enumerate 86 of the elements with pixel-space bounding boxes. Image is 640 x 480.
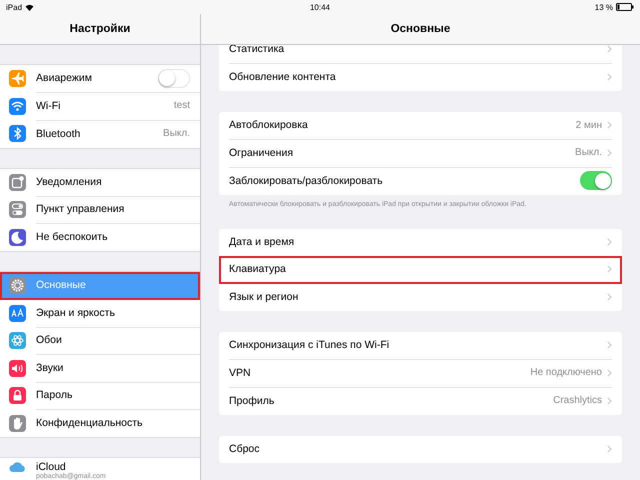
- cloud-icon: [9, 461, 26, 473]
- sidebar-item[interactable]: Конфиденциальность: [0, 410, 200, 437]
- sidebar-item-label: Авиарежим: [36, 72, 93, 84]
- settings-row[interactable]: VPN Не подключено: [219, 360, 622, 387]
- row-label: Профиль: [229, 394, 276, 407]
- chevron-icon: [607, 148, 612, 157]
- settings-app-icon: [9, 360, 26, 377]
- chevron-icon: [607, 368, 612, 377]
- chevron-icon: [607, 396, 612, 405]
- toggle-switch[interactable]: [580, 171, 612, 190]
- sidebar-item-label: Bluetooth: [36, 128, 82, 140]
- row-label: Язык и регион: [229, 291, 300, 304]
- setting-value: Выкл.: [163, 128, 190, 140]
- sidebar-item-label: Уведомления: [36, 176, 103, 188]
- settings-app-icon: [9, 125, 26, 142]
- sidebar-item-label: Основные: [36, 279, 87, 292]
- sidebar-item[interactable]: Звуки: [0, 354, 200, 382]
- account-name: iCloud: [36, 461, 66, 473]
- settings-app-icon: [9, 98, 26, 115]
- settings-row[interactable]: Язык и регион: [219, 284, 622, 311]
- settings-app-icon: [9, 277, 26, 294]
- row-label: Ограничения: [229, 146, 294, 159]
- setting-value: Выкл.: [575, 147, 602, 158]
- settings-row[interactable]: Статистика: [219, 45, 622, 64]
- setting-value: test: [174, 100, 190, 112]
- page-title: Основные: [390, 23, 450, 35]
- sidebar-item-label: Пункт управления: [36, 203, 126, 216]
- sidebar-item[interactable]: Wi-Fi test: [0, 92, 200, 120]
- settings-app-icon: [9, 228, 26, 246]
- battery-icon: [616, 3, 634, 11]
- settings-row[interactable]: Сброс: [219, 436, 622, 463]
- clock: 10:44: [310, 2, 330, 12]
- row-label: Заблокировать/разблокировать: [229, 174, 384, 187]
- sidebar-item[interactable]: Экран и яркость: [0, 300, 200, 327]
- settings-row[interactable]: Обновление контента: [219, 64, 622, 91]
- settings-app-icon: [9, 332, 26, 350]
- sidebar-item[interactable]: Уведомления: [0, 168, 200, 196]
- settings-row[interactable]: Синхронизация с iTunes по Wi-Fi: [219, 332, 622, 360]
- row-label: Дата и время: [229, 236, 296, 248]
- chevron-icon: [607, 265, 612, 274]
- settings-row[interactable]: Автоблокировка 2 мин: [219, 112, 622, 140]
- settings-row[interactable]: Профиль Crashlytics: [219, 387, 622, 414]
- settings-app-icon: [9, 201, 26, 218]
- setting-value: Crashlytics: [553, 395, 602, 406]
- sidebar-item[interactable]: Авиарежим: [0, 65, 200, 92]
- chevron-icon: [607, 445, 612, 454]
- sidebar-item-label: Конфиденциальность: [36, 417, 144, 430]
- sidebar-item-label: Звуки: [36, 362, 64, 374]
- sidebar-item-label: Не беспокоить: [36, 231, 109, 244]
- sidebar-item-label: Обои: [36, 334, 63, 346]
- wifi-icon: [25, 4, 34, 10]
- sidebar-item[interactable]: Bluetooth Выкл.: [0, 120, 200, 148]
- chevron-icon: [607, 341, 612, 350]
- row-label: Автоблокировка: [229, 119, 309, 132]
- chevron-icon: [607, 121, 612, 130]
- settings-app-icon: [9, 304, 26, 322]
- settings-app-icon: [9, 414, 26, 432]
- row-label: Обновление контента: [229, 71, 337, 84]
- row-label: Сброс: [229, 443, 261, 456]
- settings-app-icon: [9, 387, 26, 404]
- toggle-switch[interactable]: [158, 68, 190, 88]
- sidebar-title: Настройки: [70, 23, 130, 35]
- sidebar-item-label: Wi-Fi: [36, 100, 62, 112]
- sidebar-item-label: Экран и яркость: [36, 306, 116, 319]
- sidebar-item[interactable]: Не беспокоить: [0, 224, 200, 251]
- row-label: Статистика: [229, 45, 286, 56]
- settings-row[interactable]: Заблокировать/разблокировать: [219, 167, 622, 194]
- row-label: Синхронизация с iTunes по Wi-Fi: [229, 339, 390, 352]
- sidebar-item-label: Пароль: [36, 389, 74, 402]
- row-label: Клавиатура: [229, 263, 287, 276]
- sidebar-item[interactable]: Пароль: [0, 382, 200, 410]
- settings-app-icon: [9, 174, 26, 191]
- sidebar-item[interactable]: Обои: [0, 327, 200, 354]
- chevron-icon: [607, 73, 612, 82]
- settings-row[interactable]: Дата и время: [219, 228, 622, 256]
- chevron-icon: [607, 293, 612, 302]
- setting-value: 2 мин: [576, 120, 602, 131]
- device-name: iPad: [6, 2, 22, 12]
- chevron-icon: [607, 238, 612, 246]
- setting-value: Не подключено: [530, 367, 602, 378]
- sidebar-item[interactable]: Пункт управления: [0, 196, 200, 224]
- battery-percent: 13 %: [594, 2, 613, 12]
- settings-row[interactable]: Ограничения Выкл.: [219, 140, 622, 167]
- settings-app-icon: [9, 70, 26, 88]
- row-label: VPN: [229, 366, 252, 379]
- settings-row[interactable]: Клавиатура: [219, 256, 622, 284]
